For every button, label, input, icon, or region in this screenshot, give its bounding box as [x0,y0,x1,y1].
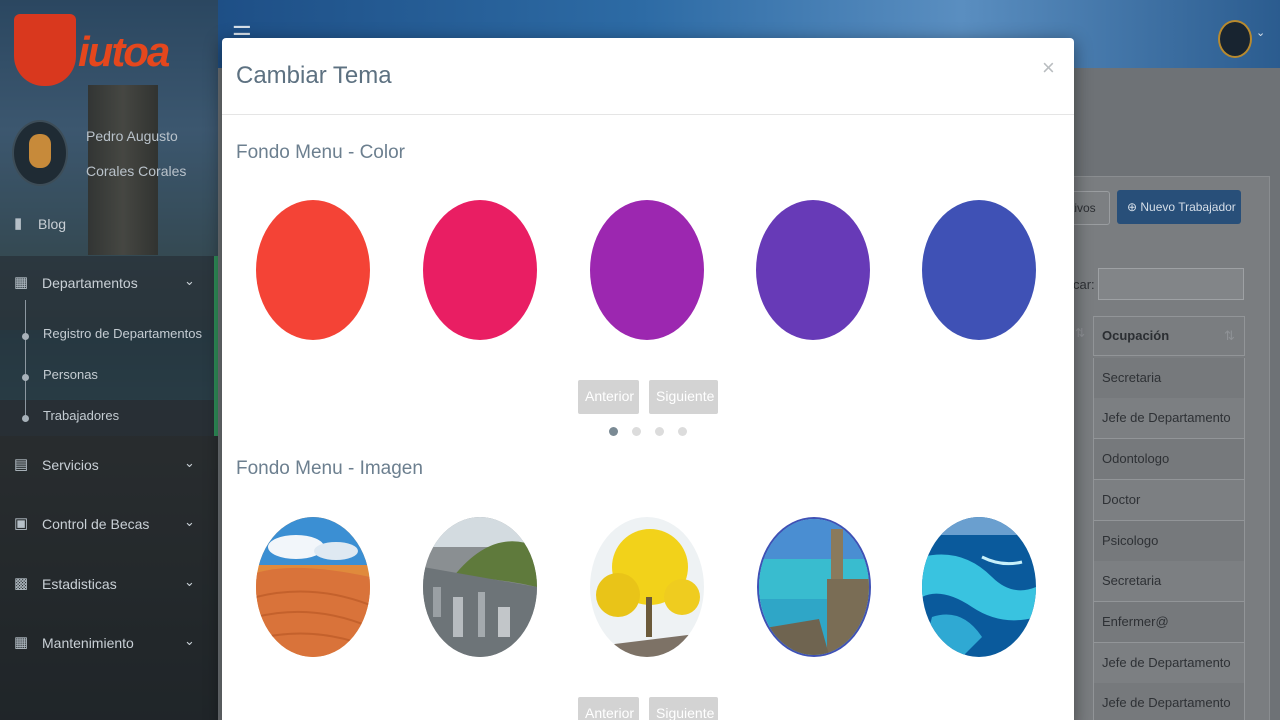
color-swatch[interactable] [256,200,370,340]
sidebar-subitem-trabajadores[interactable]: Trabajadores [43,408,119,423]
image-section-title: Fondo Menu - Imagen [236,458,423,479]
theme-image-desert[interactable] [256,517,370,657]
image-prev-button[interactable]: Anterior [578,697,639,720]
column-header-ocupacion[interactable]: Ocupación ⇅ [1093,316,1245,356]
color-next-button[interactable]: Siguiente [649,380,718,414]
sidebar-item-servicios[interactable]: ▤ Servicios ⌄ [0,445,218,485]
money-icon: ▣ [14,515,29,532]
table-row[interactable]: Jefe de Departamento [1093,643,1245,684]
theme-image-yellow-tree[interactable] [590,517,704,657]
carousel-dot[interactable] [609,427,618,436]
close-icon[interactable]: × [1042,55,1055,81]
new-worker-button[interactable]: ⊕ Nuevo Trabajador [1117,190,1241,224]
sidebar-subitem-personas[interactable]: Personas [43,367,98,382]
sidebar-item-departamentos[interactable]: ▦ Departamentos ⌄ [0,263,218,303]
color-swatch[interactable] [590,200,704,340]
header-user-avatar[interactable] [1218,20,1252,58]
theme-image-coastal-fort[interactable] [757,517,871,657]
image-next-button[interactable]: Siguiente [649,697,718,720]
chevron-down-icon: ⌄ [184,273,195,288]
modal-header: Cambiar Tema × [222,38,1074,115]
subitem-dot [22,415,29,422]
search-input[interactable] [1098,268,1244,300]
chevron-down-icon: ⌄ [184,574,195,589]
logo-shield-icon [14,14,76,86]
table-row[interactable]: Odontologo [1093,439,1245,480]
color-swatch[interactable] [423,200,537,340]
sort-icon: ⇅ [1224,328,1235,343]
sidebar-item-blog[interactable]: ▮ Blog [0,204,218,244]
sidebar-item-estadisticas[interactable]: ▩ Estadisticas ⌄ [0,564,218,604]
sidebar-item-control-de-becas[interactable]: ▣ Control de Becas ⌄ [0,504,218,544]
logo-text: iutoa [78,28,170,75]
table-row[interactable]: Secretaria [1093,358,1245,399]
table-row[interactable]: Secretaria [1093,561,1245,602]
sidebar-item-mantenimiento[interactable]: ▦ Mantenimiento ⌄ [0,623,218,663]
chevron-down-icon: ⌄ [184,633,195,648]
subitem-dot [22,374,29,381]
color-section-title: Fondo Menu - Color [236,142,405,163]
carousel-dot[interactable] [632,427,641,436]
color-prev-button[interactable]: Anterior [578,380,639,414]
bar-chart-icon: ▩ [14,575,29,592]
user-first-line: Pedro Augusto [86,128,178,144]
chevron-down-icon: ⌄ [184,455,195,470]
plus-circle-icon: ⊕ Nuevo Trabajador [1127,200,1236,214]
table-row[interactable]: Doctor [1093,480,1245,521]
theme-image-city[interactable] [423,517,537,657]
app-logo[interactable]: iutoa [10,14,205,86]
search-label: car: [1073,277,1095,292]
modal-title: Cambiar Tema [236,62,392,89]
table-row[interactable]: Jefe de Departamento [1093,398,1245,439]
user-avatar[interactable] [12,120,68,186]
carousel-dot[interactable] [655,427,664,436]
sort-icon[interactable]: ⇅ [1075,326,1085,340]
table-row[interactable]: Jefe de Departamento [1093,683,1245,720]
table-icon: ▦ [14,634,29,651]
chevron-down-icon: ⌄ [184,514,195,529]
user-second-line: Corales Corales [86,163,187,179]
color-swatch[interactable] [756,200,870,340]
sidebar-subitem-registro[interactable]: Registro de Departamentos [43,326,202,341]
book-icon: ▮ [14,215,23,232]
carousel-dot[interactable] [678,427,687,436]
table-row[interactable]: Psicologo [1093,521,1245,562]
color-swatch[interactable] [922,200,1036,340]
change-theme-modal: Cambiar Tema × Fondo Menu - Color Anteri… [222,38,1074,720]
theme-image-coral-reef[interactable] [922,517,1036,657]
table-row[interactable]: Enfermer@ [1093,602,1245,643]
building-icon: ▦ [14,274,29,291]
chevron-down-icon[interactable]: ⌄ [1256,26,1265,39]
list-icon: ▤ [14,456,29,473]
subitem-dot [22,333,29,340]
